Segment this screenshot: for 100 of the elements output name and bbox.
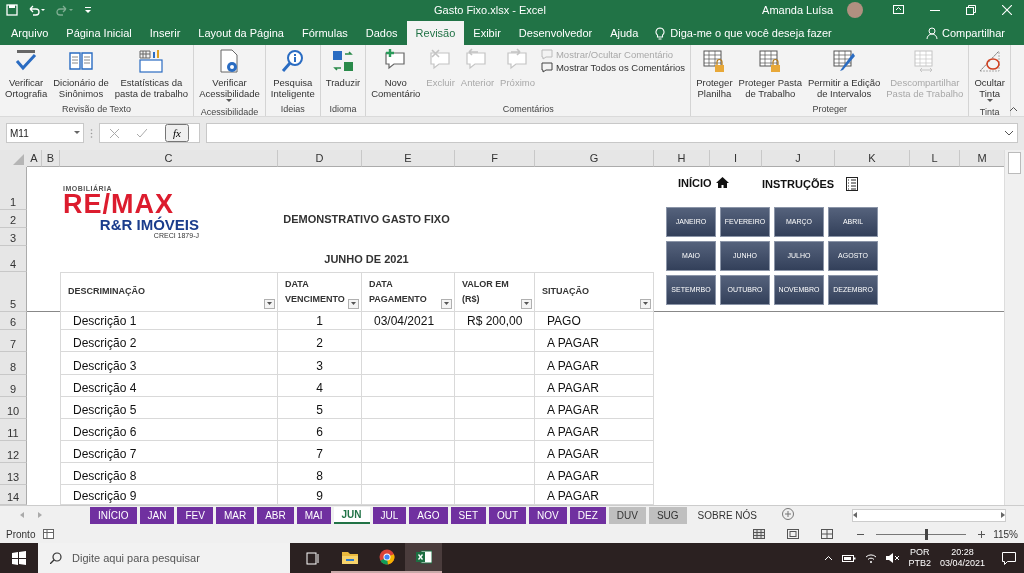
- page-break-icon[interactable]: [821, 529, 834, 540]
- row-header[interactable]: 12: [0, 440, 27, 463]
- insert-function-button[interactable]: fx: [165, 124, 189, 143]
- zoom-level[interactable]: 115%: [993, 528, 1018, 540]
- sheet-tab[interactable]: MAI: [296, 507, 331, 524]
- taskbar-search-field[interactable]: Digite aqui para pesquisar: [38, 543, 290, 573]
- filter-button[interactable]: [441, 298, 452, 309]
- notifications-icon[interactable]: [1002, 551, 1016, 565]
- sheet-tab[interactable]: SUG: [648, 507, 687, 524]
- sheet-tab[interactable]: AGO: [409, 507, 448, 524]
- task-view-icon[interactable]: [305, 551, 320, 565]
- ribbon-tab[interactable]: Ajuda: [601, 21, 648, 46]
- vertical-scrollbar[interactable]: [1004, 149, 1024, 505]
- language-indicator[interactable]: POR: [909, 547, 930, 558]
- row-header[interactable]: 5: [0, 271, 27, 312]
- sheet-tab[interactable]: INÍCIO: [90, 507, 137, 524]
- chevron-up-icon[interactable]: [824, 555, 834, 561]
- ribbon-button[interactable]: Dicionário de Sinônimos: [51, 48, 111, 100]
- ribbon-tab[interactable]: Revisão: [406, 21, 465, 46]
- ribbon-button[interactable]: Estatísticas da pasta de trabalho: [112, 48, 191, 100]
- ribbon-button[interactable]: Verificar Acessibilidade: [197, 48, 262, 107]
- tell-me-field[interactable]: Diga-me o que você deseja fazer: [670, 27, 832, 40]
- ribbon-button[interactable]: Proteger Planilha: [694, 48, 735, 100]
- macro-record-icon[interactable]: [43, 529, 55, 540]
- name-box[interactable]: M11: [6, 123, 84, 144]
- filter-button[interactable]: [348, 298, 359, 309]
- undo-icon[interactable]: [28, 3, 46, 16]
- ribbon-button[interactable]: Novo Comentário: [369, 48, 423, 100]
- customize-caret-icon[interactable]: [84, 5, 92, 14]
- windows-icon[interactable]: [12, 551, 26, 565]
- horizontal-scrollbar[interactable]: [852, 509, 1006, 522]
- ribbon-tab[interactable]: Exibir: [464, 21, 510, 46]
- instructions-link[interactable]: INSTRUÇÕES: [762, 177, 835, 190]
- ribbon-tab[interactable]: Fórmulas: [292, 21, 357, 46]
- filter-button[interactable]: [264, 298, 275, 309]
- sheet-tab[interactable]: OUT: [489, 507, 527, 524]
- sheet-tab[interactable]: DEZ: [569, 507, 606, 524]
- wifi-icon[interactable]: [865, 553, 878, 563]
- sheet-tab[interactable]: SET: [450, 507, 486, 524]
- ribbon-button[interactable]: Permitir a Edição de Intervalos: [805, 48, 883, 100]
- clock-time[interactable]: 20:28: [951, 547, 974, 558]
- ribbon-button[interactable]: Pesquisa Inteligente: [268, 48, 317, 100]
- table-cell: Descrição 9: [60, 484, 278, 505]
- save-icon[interactable]: [6, 3, 18, 16]
- spreadsheet-app-icon[interactable]: [415, 550, 432, 564]
- browser-icon[interactable]: [378, 549, 395, 565]
- add-sheet-button[interactable]: [782, 508, 795, 523]
- folder-icon[interactable]: [341, 550, 358, 564]
- share-button[interactable]: Compartilhar: [917, 21, 1014, 46]
- scroll-right-icon[interactable]: [1001, 512, 1005, 519]
- sheet-tab[interactable]: MAR: [215, 507, 255, 524]
- battery-icon[interactable]: [842, 553, 857, 563]
- lightbulb-icon[interactable]: [655, 26, 666, 40]
- home-link[interactable]: INÍCIO: [678, 176, 712, 189]
- zoom-in-icon[interactable]: [978, 530, 986, 538]
- page-layout-icon[interactable]: [787, 529, 800, 540]
- sheet-tab[interactable]: FEV: [177, 507, 213, 524]
- scroll-left-icon[interactable]: [853, 512, 857, 519]
- ribbon-tab[interactable]: Página Inicial: [57, 21, 141, 46]
- ribbon-button[interactable]: Verificar Ortografia: [3, 48, 50, 100]
- ribbon-button[interactable]: Ocultar Tinta: [972, 48, 1007, 107]
- expand-caret-icon[interactable]: [1005, 130, 1013, 136]
- row-header[interactable]: 10: [0, 396, 27, 419]
- ribbon-tab[interactable]: Inserir: [140, 21, 190, 46]
- filter-button[interactable]: [521, 298, 532, 309]
- slider-thumb[interactable]: [924, 528, 928, 540]
- filter-button[interactable]: [640, 298, 651, 309]
- sheet-tab[interactable]: NOV: [529, 507, 567, 524]
- sheet-tab[interactable]: JAN: [139, 507, 175, 524]
- row-header[interactable]: 7: [0, 329, 27, 352]
- sheet-tab[interactable]: ABR: [257, 507, 294, 524]
- sheet-tab[interactable]: JUL: [372, 507, 407, 524]
- dropdown-caret-icon[interactable]: [74, 131, 80, 136]
- ribbon-button[interactable]: Mostrar Todos os Comentários: [538, 62, 688, 74]
- speaker-muted-icon[interactable]: [886, 553, 900, 563]
- row-header[interactable]: 4: [0, 245, 27, 272]
- row-header[interactable]: 8: [0, 351, 27, 375]
- row-header[interactable]: 13: [0, 462, 27, 485]
- ribbon-tab[interactable]: Arquivo: [2, 21, 58, 46]
- restore-icon[interactable]: [966, 4, 976, 15]
- ribbon-button[interactable]: Traduzir: [323, 48, 363, 89]
- ribbon-tab[interactable]: Dados: [356, 21, 407, 46]
- row-header[interactable]: 11: [0, 418, 27, 441]
- row-header[interactable]: 1: [0, 166, 27, 210]
- keyboard-layout[interactable]: PTB2: [908, 558, 931, 569]
- row-header[interactable]: 9: [0, 374, 27, 397]
- close-icon[interactable]: [1002, 4, 1012, 15]
- row-header[interactable]: 14: [0, 484, 27, 505]
- ribbon-button[interactable]: Proteger Pasta de Trabalho: [736, 48, 804, 100]
- list-icon[interactable]: [846, 176, 859, 191]
- ribbon-display-icon[interactable]: [893, 5, 904, 15]
- sheet-tab[interactable]: JUN: [333, 507, 370, 524]
- home-icon[interactable]: [715, 177, 729, 189]
- formula-field[interactable]: [205, 123, 1018, 144]
- collapse-ribbon-icon[interactable]: [1009, 106, 1018, 113]
- ribbon-tab[interactable]: Desenvolvedor: [509, 21, 602, 46]
- ribbon-tab[interactable]: Layout da Página: [189, 21, 293, 46]
- sheet-tab[interactable]: DUV: [608, 507, 646, 524]
- normal-view-icon[interactable]: [753, 529, 766, 540]
- clock-date[interactable]: 03/04/2021: [939, 558, 985, 569]
